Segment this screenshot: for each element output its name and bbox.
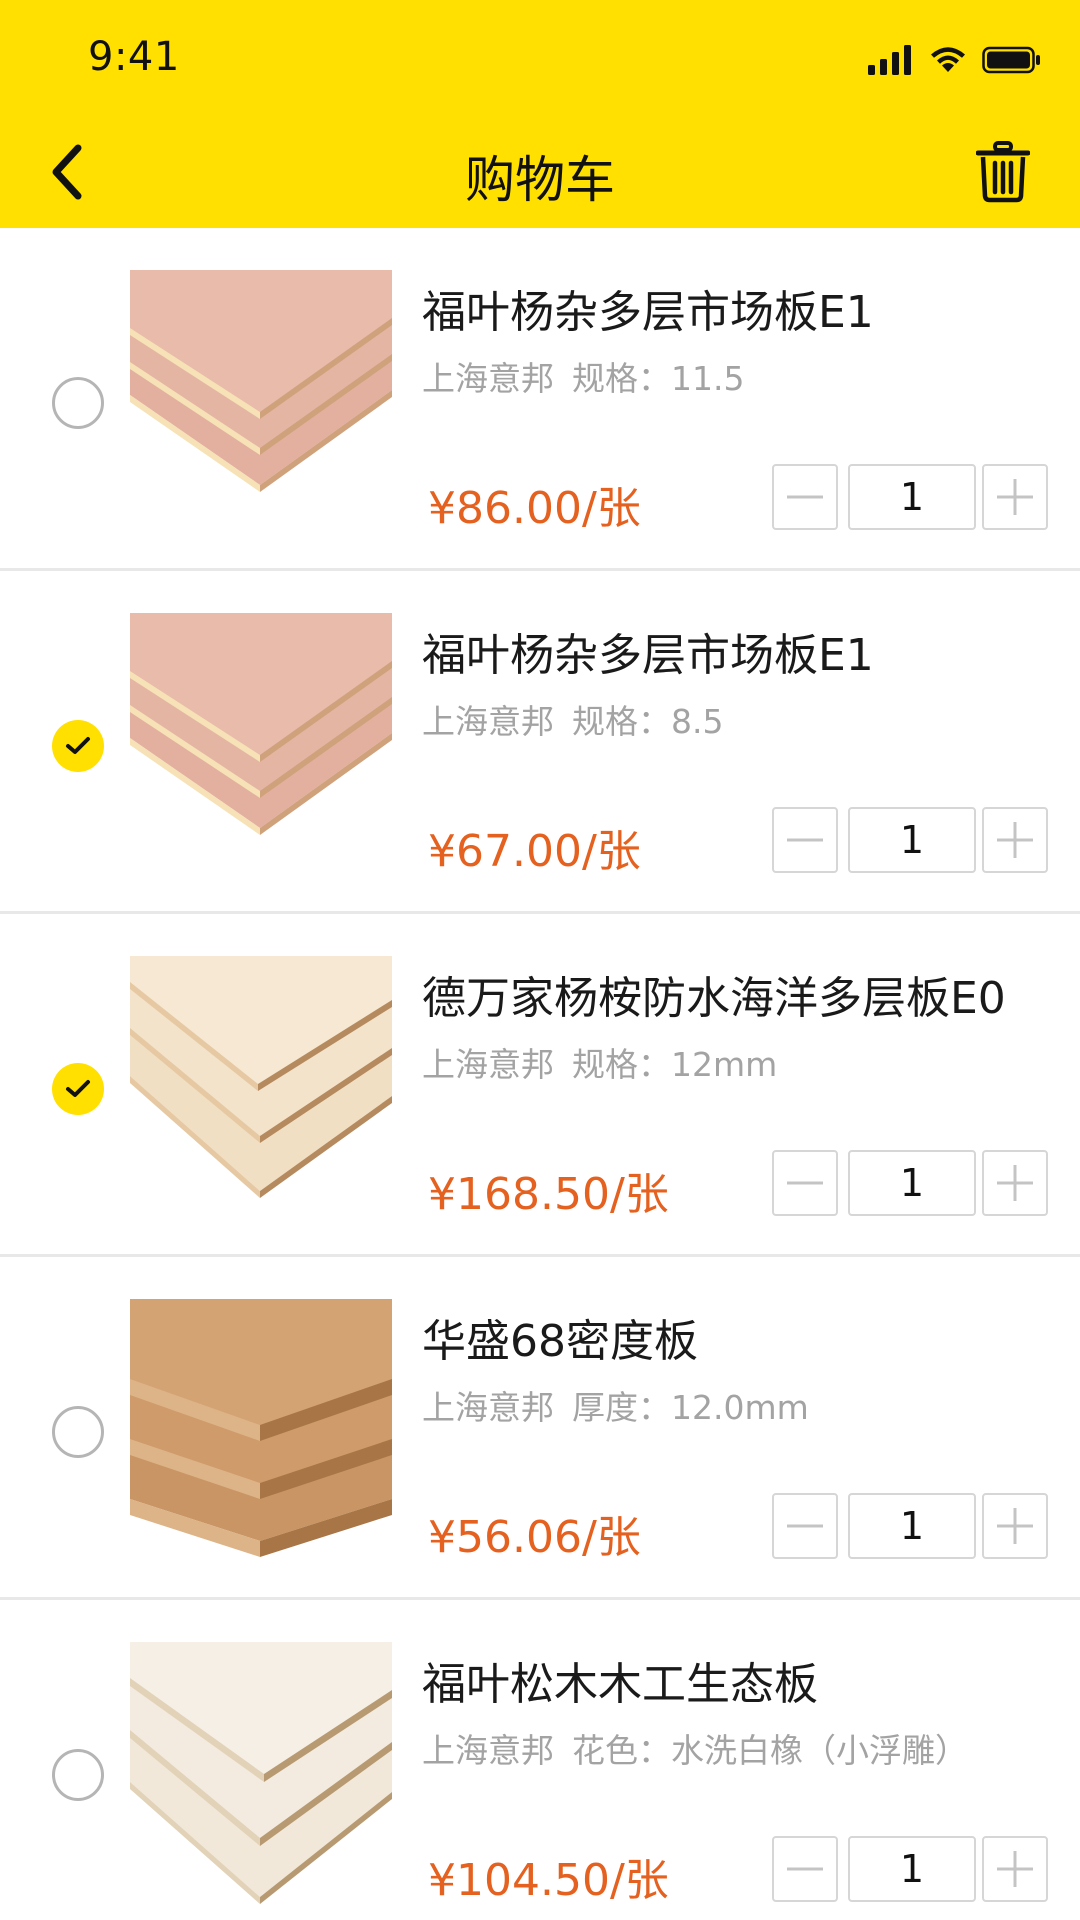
- product-brand: 上海意邦: [422, 702, 554, 741]
- product-spec-value: 花色：水洗白橡（小浮雕）: [572, 1731, 968, 1770]
- quantity-input[interactable]: 1: [848, 1150, 976, 1216]
- decrease-button[interactable]: [772, 1836, 838, 1902]
- cart-item: 福叶杨杂多层市场板E1 上海意邦 规格：11.5 ¥86.00/张 1: [0, 228, 1080, 571]
- minus-icon: [787, 495, 823, 499]
- select-radio[interactable]: [52, 377, 104, 429]
- select-radio[interactable]: [52, 1749, 104, 1801]
- product-price: ¥168.50/张: [428, 1169, 669, 1220]
- cart-item: 福叶松木木工生态板 上海意邦 花色：水洗白橡（小浮雕） ¥104.50/张 1: [0, 1600, 1080, 1920]
- product-name[interactable]: 福叶杨杂多层市场板E1: [422, 276, 874, 340]
- product-price: ¥67.00/张: [428, 826, 641, 877]
- cart-list: 福叶杨杂多层市场板E1 上海意邦 规格：11.5 ¥86.00/张 1 福叶杨杂…: [0, 228, 1080, 1920]
- battery-icon: [982, 46, 1040, 74]
- product-spec-value: 规格：8.5: [572, 702, 724, 741]
- select-radio[interactable]: [52, 1063, 104, 1115]
- increase-button[interactable]: [982, 807, 1048, 873]
- product-brand: 上海意邦: [422, 1045, 554, 1084]
- header: 9:41 购物车: [0, 0, 1080, 228]
- cart-item: 福叶杨杂多层市场板E1 上海意邦 规格：8.5 ¥67.00/张 1: [0, 571, 1080, 914]
- cart-item: 德万家杨桉防水海洋多层板E0 上海意邦 规格：12mm ¥168.50/张 1: [0, 914, 1080, 1257]
- check-icon: [66, 737, 90, 754]
- plus-icon: [997, 822, 1033, 858]
- minus-icon: [787, 1867, 823, 1871]
- minus-icon: [787, 1181, 823, 1185]
- product-price: ¥104.50/张: [428, 1855, 669, 1906]
- select-radio[interactable]: [52, 720, 104, 772]
- increase-button[interactable]: [982, 1836, 1048, 1902]
- product-thumbnail[interactable]: [130, 956, 392, 1218]
- page-title: 购物车: [465, 151, 615, 209]
- quantity-input[interactable]: 1: [848, 1836, 976, 1902]
- plus-icon: [997, 479, 1033, 515]
- increase-button[interactable]: [982, 1493, 1048, 1559]
- select-radio[interactable]: [52, 1406, 104, 1458]
- product-price: ¥86.00/张: [428, 483, 641, 534]
- product-name[interactable]: 福叶杨杂多层市场板E1: [422, 619, 874, 683]
- decrease-button[interactable]: [772, 1493, 838, 1559]
- product-brand: 上海意邦: [422, 1731, 554, 1770]
- quantity-input[interactable]: 1: [848, 1493, 976, 1559]
- signal-icon: [868, 45, 911, 75]
- increase-button[interactable]: [982, 1150, 1048, 1216]
- product-price: ¥56.06/张: [428, 1512, 641, 1563]
- product-brand: 上海意邦: [422, 359, 554, 398]
- wifi-icon: [931, 47, 965, 72]
- minus-icon: [787, 838, 823, 842]
- decrease-button[interactable]: [772, 464, 838, 530]
- status-indicators: [868, 40, 1042, 80]
- minus-icon: [787, 1524, 823, 1528]
- delete-button[interactable]: [972, 138, 1034, 206]
- trash-icon: [976, 141, 1030, 203]
- product-spec: 上海意邦 厚度：12.0mm: [422, 1381, 809, 1429]
- product-name[interactable]: 福叶松木木工生态板: [422, 1648, 818, 1712]
- decrease-button[interactable]: [772, 807, 838, 873]
- decrease-button[interactable]: [772, 1150, 838, 1216]
- increase-button[interactable]: [982, 464, 1048, 530]
- product-thumbnail[interactable]: [130, 270, 392, 532]
- product-name[interactable]: 德万家杨桉防水海洋多层板E0: [422, 962, 1006, 1026]
- product-thumbnail[interactable]: [130, 1299, 392, 1561]
- plus-icon: [997, 1851, 1033, 1887]
- product-brand: 上海意邦: [422, 1388, 554, 1427]
- status-time: 9:41: [88, 34, 180, 80]
- product-name[interactable]: 华盛68密度板: [422, 1305, 698, 1369]
- quantity-input[interactable]: 1: [848, 464, 976, 530]
- product-spec: 上海意邦 规格：11.5: [422, 352, 744, 400]
- plus-icon: [997, 1508, 1033, 1544]
- cart-screen: 9:41 购物车 福叶杨杂多层市场板E1 上海意邦 规格：11.5 ¥86.00…: [0, 0, 1080, 1920]
- quantity-input[interactable]: 1: [848, 807, 976, 873]
- product-thumbnail[interactable]: [130, 613, 392, 875]
- product-spec: 上海意邦 花色：水洗白橡（小浮雕）: [422, 1724, 968, 1772]
- cart-item: 华盛68密度板 上海意邦 厚度：12.0mm ¥56.06/张 1: [0, 1257, 1080, 1600]
- product-spec: 上海意邦 规格：8.5: [422, 695, 723, 743]
- plus-icon: [997, 1165, 1033, 1201]
- product-spec: 上海意邦 规格：12mm: [422, 1038, 777, 1086]
- check-icon: [66, 1080, 90, 1097]
- product-spec-value: 厚度：12.0mm: [572, 1388, 809, 1427]
- product-spec-value: 规格：12mm: [572, 1045, 778, 1084]
- product-thumbnail[interactable]: [130, 1642, 392, 1904]
- product-spec-value: 规格：11.5: [572, 359, 745, 398]
